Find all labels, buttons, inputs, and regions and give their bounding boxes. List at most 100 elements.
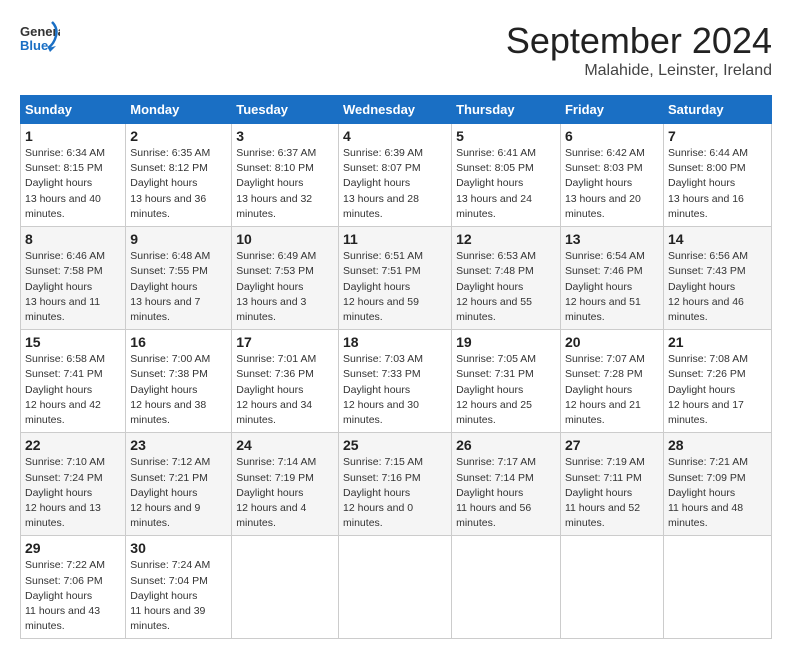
day-number: 9 — [130, 231, 227, 247]
calendar-week-row: 22 Sunrise: 7:10 AMSunset: 7:24 PMDayligh… — [21, 433, 772, 536]
day-number: 23 — [130, 437, 227, 453]
calendar-cell: 2 Sunrise: 6:35 AMSunset: 8:12 PMDaylight… — [126, 124, 232, 227]
calendar-cell: 19 Sunrise: 7:05 AMSunset: 7:31 PMDayligh… — [452, 330, 561, 433]
day-info: Sunrise: 6:58 AMSunset: 7:41 PMDaylight … — [25, 352, 121, 428]
logo: General Blue — [20, 20, 60, 56]
day-info: Sunrise: 7:14 AMSunset: 7:19 PMDaylight … — [236, 455, 334, 531]
calendar-week-row: 29 Sunrise: 7:22 AMSunset: 7:06 PMDayligh… — [21, 536, 772, 639]
calendar-week-row: 1 Sunrise: 6:34 AMSunset: 8:15 PMDaylight… — [21, 124, 772, 227]
day-number: 30 — [130, 540, 227, 556]
calendar-day-header: Wednesday — [339, 96, 452, 124]
calendar-cell: 22 Sunrise: 7:10 AMSunset: 7:24 PMDayligh… — [21, 433, 126, 536]
calendar-cell: 1 Sunrise: 6:34 AMSunset: 8:15 PMDaylight… — [21, 124, 126, 227]
day-info: Sunrise: 7:17 AMSunset: 7:14 PMDaylight … — [456, 455, 556, 531]
day-number: 8 — [25, 231, 121, 247]
calendar-cell — [560, 536, 663, 639]
calendar-cell: 12Sunrise: 6:53 AMSunset: 7:48 PMDayligh… — [452, 227, 561, 330]
calendar-cell: 6 Sunrise: 6:42 AMSunset: 8:03 PMDaylight… — [560, 124, 663, 227]
page-header: General Blue September 2024 Malahide, Le… — [20, 20, 772, 80]
calendar-cell: 18 Sunrise: 7:03 AMSunset: 7:33 PMDayligh… — [339, 330, 452, 433]
day-info: Sunrise: 6:41 AMSunset: 8:05 PMDaylight … — [456, 146, 556, 222]
calendar-cell: 8 Sunrise: 6:46 AMSunset: 7:58 PMDaylight… — [21, 227, 126, 330]
calendar-cell: 20 Sunrise: 7:07 AMSunset: 7:28 PMDayligh… — [560, 330, 663, 433]
calendar-cell: 16Sunrise: 7:00 AMSunset: 7:38 PMDayligh… — [126, 330, 232, 433]
day-number: 27 — [565, 437, 659, 453]
calendar-cell: 5 Sunrise: 6:41 AMSunset: 8:05 PMDaylight… — [452, 124, 561, 227]
day-number: 1 — [25, 128, 121, 144]
calendar-day-header: Monday — [126, 96, 232, 124]
day-info: Sunrise: 6:53 AMSunset: 7:48 PMDaylight … — [456, 249, 556, 325]
calendar-day-header: Tuesday — [232, 96, 339, 124]
day-info: Sunrise: 7:03 AMSunset: 7:33 PMDaylight … — [343, 352, 447, 428]
day-number: 3 — [236, 128, 334, 144]
page-title: September 2024 — [506, 20, 772, 62]
day-info: Sunrise: 6:37 AMSunset: 8:10 PMDaylight … — [236, 146, 334, 222]
calendar-cell — [452, 536, 561, 639]
day-number: 5 — [456, 128, 556, 144]
calendar-cell: 29 Sunrise: 7:22 AMSunset: 7:06 PMDayligh… — [21, 536, 126, 639]
calendar-cell: 7Sunrise: 6:44 AMSunset: 8:00 PMDaylight… — [663, 124, 771, 227]
day-number: 22 — [25, 437, 121, 453]
calendar-cell: 9 Sunrise: 6:48 AMSunset: 7:55 PMDaylight… — [126, 227, 232, 330]
day-info: Sunrise: 7:12 AMSunset: 7:21 PMDaylight … — [130, 455, 227, 531]
day-info: Sunrise: 6:42 AMSunset: 8:03 PMDaylight … — [565, 146, 659, 222]
day-info: Sunrise: 7:10 AMSunset: 7:24 PMDaylight … — [25, 455, 121, 531]
calendar-cell: 26Sunrise: 7:17 AMSunset: 7:14 PMDayligh… — [452, 433, 561, 536]
day-number: 10 — [236, 231, 334, 247]
logo-icon: General Blue — [20, 20, 60, 56]
calendar-day-header: Friday — [560, 96, 663, 124]
day-number: 6 — [565, 128, 659, 144]
calendar-cell: 10 Sunrise: 6:49 AMSunset: 7:53 PMDayligh… — [232, 227, 339, 330]
calendar-cell: 25 Sunrise: 7:15 AMSunset: 7:16 PMDayligh… — [339, 433, 452, 536]
day-info: Sunrise: 6:49 AMSunset: 7:53 PMDaylight … — [236, 249, 334, 325]
title-block: September 2024 Malahide, Leinster, Irela… — [506, 20, 772, 80]
calendar-cell — [663, 536, 771, 639]
day-number: 2 — [130, 128, 227, 144]
calendar-cell: 3 Sunrise: 6:37 AMSunset: 8:10 PMDaylight… — [232, 124, 339, 227]
calendar-cell: 4Sunrise: 6:39 AMSunset: 8:07 PMDaylight… — [339, 124, 452, 227]
day-number: 4 — [343, 128, 447, 144]
day-number: 19 — [456, 334, 556, 350]
day-info: Sunrise: 6:35 AMSunset: 8:12 PMDaylight … — [130, 146, 227, 222]
day-info: Sunrise: 6:54 AMSunset: 7:46 PMDaylight … — [565, 249, 659, 325]
day-number: 25 — [343, 437, 447, 453]
day-info: Sunrise: 7:05 AMSunset: 7:31 PMDaylight … — [456, 352, 556, 428]
day-number: 29 — [25, 540, 121, 556]
day-info: Sunrise: 6:46 AMSunset: 7:58 PMDaylight … — [25, 249, 121, 325]
day-info: Sunrise: 7:08 AMSunset: 7:26 PMDaylight … — [668, 352, 767, 428]
calendar-week-row: 15 Sunrise: 6:58 AMSunset: 7:41 PMDayligh… — [21, 330, 772, 433]
calendar-day-header: Saturday — [663, 96, 771, 124]
day-info: Sunrise: 7:15 AMSunset: 7:16 PMDaylight … — [343, 455, 447, 531]
day-number: 18 — [343, 334, 447, 350]
calendar-cell: 28 Sunrise: 7:21 AMSunset: 7:09 PMDayligh… — [663, 433, 771, 536]
day-info: Sunrise: 7:07 AMSunset: 7:28 PMDaylight … — [565, 352, 659, 428]
calendar-cell: 15 Sunrise: 6:58 AMSunset: 7:41 PMDayligh… — [21, 330, 126, 433]
svg-text:Blue: Blue — [20, 38, 48, 53]
day-info: Sunrise: 7:21 AMSunset: 7:09 PMDaylight … — [668, 455, 767, 531]
day-info: Sunrise: 6:48 AMSunset: 7:55 PMDaylight … — [130, 249, 227, 325]
day-number: 17 — [236, 334, 334, 350]
calendar-table: SundayMondayTuesdayWednesdayThursdayFrid… — [20, 95, 772, 639]
day-info: Sunrise: 7:19 AMSunset: 7:11 PMDaylight … — [565, 455, 659, 531]
calendar-day-header: Thursday — [452, 96, 561, 124]
calendar-cell: 23 Sunrise: 7:12 AMSunset: 7:21 PMDayligh… — [126, 433, 232, 536]
day-number: 13 — [565, 231, 659, 247]
day-number: 24 — [236, 437, 334, 453]
page-subtitle: Malahide, Leinster, Ireland — [506, 62, 772, 80]
calendar-cell: 11Sunrise: 6:51 AMSunset: 7:51 PMDayligh… — [339, 227, 452, 330]
day-number: 21 — [668, 334, 767, 350]
day-info: Sunrise: 7:00 AMSunset: 7:38 PMDaylight … — [130, 352, 227, 428]
calendar-header: SundayMondayTuesdayWednesdayThursdayFrid… — [21, 96, 772, 124]
calendar-cell: 14Sunrise: 6:56 AMSunset: 7:43 PMDayligh… — [663, 227, 771, 330]
day-number: 28 — [668, 437, 767, 453]
calendar-cell — [339, 536, 452, 639]
day-info: Sunrise: 6:34 AMSunset: 8:15 PMDaylight … — [25, 146, 121, 222]
calendar-cell: 13 Sunrise: 6:54 AMSunset: 7:46 PMDayligh… — [560, 227, 663, 330]
day-info: Sunrise: 7:22 AMSunset: 7:06 PMDaylight … — [25, 558, 121, 634]
day-number: 15 — [25, 334, 121, 350]
calendar-cell: 24 Sunrise: 7:14 AMSunset: 7:19 PMDayligh… — [232, 433, 339, 536]
calendar-cell — [232, 536, 339, 639]
day-info: Sunrise: 6:51 AMSunset: 7:51 PMDaylight … — [343, 249, 447, 325]
calendar-cell: 21 Sunrise: 7:08 AMSunset: 7:26 PMDayligh… — [663, 330, 771, 433]
day-number: 20 — [565, 334, 659, 350]
